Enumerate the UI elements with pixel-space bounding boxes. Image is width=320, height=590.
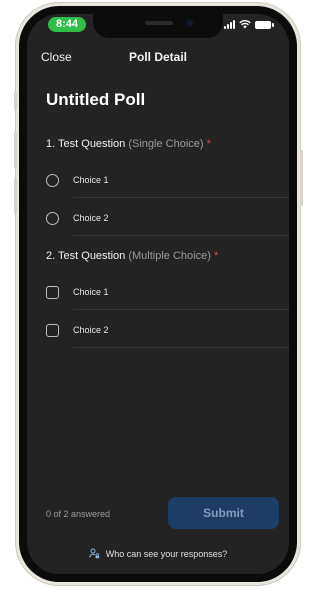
wifi-icon [239,20,251,29]
privacy-text: Who can see your responses? [105,548,228,559]
question-2-choice-1[interactable]: Choice 1 [46,276,289,310]
side-button-power [300,150,303,206]
poll-title: Untitled Poll [46,90,146,109]
side-button-volume-up [14,132,17,168]
answered-count: 0 of 2 answered [46,509,111,519]
radio-button[interactable] [46,212,59,225]
checkbox[interactable] [46,324,59,337]
battery-icon [255,20,274,29]
divider [73,347,289,348]
question-1-text: 1. Test Question [46,138,126,150]
front-camera [186,19,194,27]
divider [73,197,289,198]
nav-bar: Close Poll Detail [27,48,289,70]
question-1-choice-1[interactable]: Choice 1 [46,164,289,198]
app-screen: 8:44 Close Poll Detail Untitled Poll 1. … [27,14,289,574]
question-2-choice-2[interactable]: Choice 2 [46,314,289,348]
question-2-required-mark: * [213,250,219,262]
question-2-text: 2. Test Question [46,250,126,262]
checkbox[interactable] [46,286,59,299]
choice-label: Choice 2 [73,325,109,335]
submit-button[interactable]: Submit [168,497,279,529]
question-1-type: (Single Choice) [128,138,204,150]
choice-label: Choice 1 [73,287,109,297]
notch [93,14,223,38]
side-button-mute [14,92,17,110]
divider [73,235,289,236]
privacy-link[interactable]: Who can see your responses? [27,548,289,559]
speaker-grille [145,21,173,25]
side-button-volume-down [14,178,17,214]
person-lock-icon [89,548,99,559]
question-1-required-mark: * [206,138,211,150]
choice-label: Choice 2 [73,213,109,223]
divider [73,309,289,310]
radio-button[interactable] [46,174,59,187]
choice-label: Choice 1 [73,175,109,185]
question-2-title: 2. Test Question (Multiple Choice) * [46,250,218,262]
question-1-choice-2[interactable]: Choice 2 [46,202,289,236]
status-time: 8:44 [48,17,86,32]
question-1-title: 1. Test Question (Single Choice) * [46,138,211,150]
status-icons [224,20,274,29]
cellular-signal-icon [224,20,235,29]
page-title: Poll Detail [128,50,187,64]
question-2-type: (Multiple Choice) [128,250,211,262]
